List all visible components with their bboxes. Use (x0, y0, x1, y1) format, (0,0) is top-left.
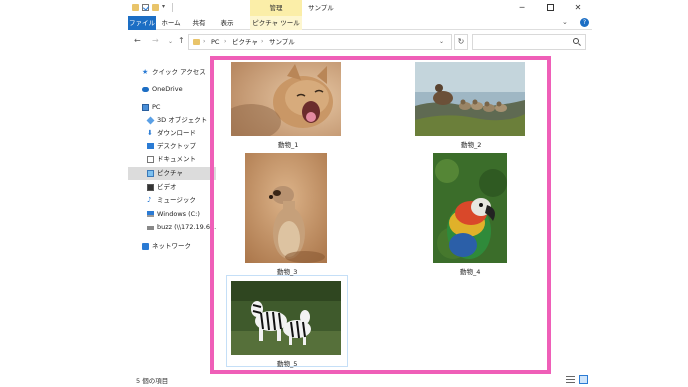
sidebar-item-label: ピクチャ (157, 169, 183, 177)
folder-icon[interactable] (132, 4, 139, 11)
parrot-photo (433, 153, 507, 263)
up-button[interactable]: ↑ (178, 36, 185, 45)
breadcrumb-separator[interactable]: › (203, 35, 205, 49)
folder-icon (193, 39, 200, 45)
cloud-icon (142, 87, 149, 92)
breadcrumb-sample[interactable]: サンプル (269, 35, 295, 49)
sidebar-item-windows-c[interactable]: Windows (C:) (128, 208, 216, 221)
minimize-button[interactable]: ─ (508, 0, 536, 16)
sidebar-item-label: ビデオ (157, 183, 177, 191)
sidebar-item-quick-access[interactable]: ★ クイック アクセス (128, 66, 216, 79)
address-bar[interactable]: › PC › ピクチャ › サンプル ⌄ (188, 34, 452, 50)
file-explorer-window: ▾ 管理 サンプル ─ ✕ ファイル ホーム 共有 表示 ピクチャ ツール ⌄ … (128, 0, 592, 387)
sidebar-item-documents[interactable]: ドキュメント (128, 153, 216, 166)
file-name-5[interactable]: 動物_5 (277, 358, 297, 368)
expand-ribbon-icon[interactable]: ⌄ (562, 18, 568, 26)
sidebar-item-label: OneDrive (152, 85, 183, 93)
breadcrumb-separator[interactable]: › (261, 35, 263, 49)
quick-access-toolbar-dropdown[interactable]: ▾ (162, 3, 165, 10)
refresh-button[interactable]: ↻ (454, 34, 468, 50)
file-thumbnail-4[interactable] (433, 153, 507, 263)
details-view-icon[interactable] (566, 376, 575, 383)
sidebar-item-3d-objects[interactable]: 3D オブジェクト (128, 114, 216, 127)
document-icon (147, 156, 154, 163)
file-name-2[interactable]: 動物_2 (461, 139, 481, 149)
status-bar: 5 個の項目 (128, 372, 592, 387)
file-name-4[interactable]: 動物_4 (460, 266, 480, 276)
cube-icon (146, 116, 155, 125)
sidebar-item-network[interactable]: ネットワーク (128, 240, 216, 253)
maximize-icon (546, 4, 554, 11)
address-dropdown-icon[interactable]: ⌄ (439, 35, 444, 49)
pictures-icon (147, 170, 154, 177)
sidebar-item-label: 3D オブジェクト (157, 116, 208, 124)
sidebar-item-label: デスクトップ (157, 142, 196, 150)
network-icon (142, 243, 149, 250)
tab-share[interactable]: 共有 (188, 16, 210, 30)
download-icon: ⬇ (147, 129, 153, 137)
back-button[interactable]: ← (134, 36, 141, 45)
file-thumbnail-2[interactable] (415, 62, 525, 136)
zebras-photo (231, 281, 341, 355)
meerkat-photo (245, 153, 327, 263)
tab-home[interactable]: ホーム (160, 16, 182, 30)
maximize-button[interactable] (536, 0, 564, 16)
manage-tab[interactable]: 管理 (250, 0, 302, 16)
breadcrumb-pc[interactable]: PC (211, 35, 219, 49)
music-icon: ♪ (147, 196, 152, 204)
sidebar-item-network-drive[interactable]: buzz (\\172.19.68.2 (128, 221, 216, 234)
desktop-icon (147, 143, 154, 149)
help-icon[interactable]: ? (580, 18, 589, 27)
pc-icon (142, 104, 149, 111)
network-drive-icon (147, 226, 154, 230)
tab-picture-tools[interactable]: ピクチャ ツール (250, 16, 302, 30)
sidebar-item-label: ドキュメント (157, 155, 196, 163)
file-thumbnail-3[interactable] (245, 153, 327, 263)
sidebar-item-label: Windows (C:) (157, 210, 200, 218)
item-count: 5 個の項目 (136, 377, 169, 385)
search-input[interactable] (472, 34, 586, 50)
sidebar-item-label: PC (152, 103, 161, 111)
file-name-3[interactable]: 動物_3 (277, 266, 297, 276)
sidebar-item-pc[interactable]: PC (128, 101, 216, 114)
file-name-1[interactable]: 動物_1 (278, 139, 298, 149)
recent-locations-button[interactable]: ⌄ (168, 38, 173, 45)
drive-icon (147, 211, 154, 217)
video-icon (147, 184, 154, 191)
sidebar-item-music[interactable]: ♪ ミュージック (128, 194, 216, 207)
breadcrumb-separator[interactable]: › (224, 35, 226, 49)
sidebar-item-desktop[interactable]: デスクトップ (128, 140, 216, 153)
tab-file[interactable]: ファイル (128, 16, 156, 30)
sidebar-item-label: buzz (\\172.19.68.2 (157, 223, 216, 231)
properties-checkbox-icon[interactable] (142, 4, 149, 11)
sidebar-item-label: ミュージック (157, 196, 196, 204)
sidebar-item-label: ネットワーク (152, 242, 191, 250)
sidebar-item-downloads[interactable]: ⬇ ダウンロード (128, 127, 216, 140)
file-thumbnail-1[interactable] (231, 62, 341, 136)
sidebar-item-onedrive[interactable]: OneDrive (128, 83, 216, 96)
star-icon: ★ (142, 68, 149, 76)
search-icon (573, 38, 579, 44)
title-divider (172, 3, 173, 12)
ribbon-tabs: ファイル ホーム 共有 表示 ピクチャ ツール ⌄ ? (128, 16, 592, 30)
close-button[interactable]: ✕ (564, 0, 592, 16)
sidebar-item-pictures[interactable]: ピクチャ (128, 167, 216, 180)
title-bar: ▾ 管理 サンプル ─ ✕ (128, 0, 592, 16)
file-thumbnail-5[interactable] (231, 281, 341, 355)
forward-button[interactable]: → (152, 36, 159, 45)
tab-view[interactable]: 表示 (216, 16, 238, 30)
sidebar-item-label: クイック アクセス (152, 68, 206, 76)
navigation-pane: ★ クイック アクセス OneDrive PC 3D オブジェクト ⬇ ダウンロ… (128, 60, 216, 372)
sidebar-item-label: ダウンロード (157, 129, 196, 137)
new-folder-icon[interactable] (152, 4, 159, 11)
navigation-bar: ← → ⌄ ↑ › PC › ピクチャ › サンプル ⌄ ↻ (128, 31, 592, 53)
ducks-photo (415, 62, 525, 136)
breadcrumb-pictures[interactable]: ピクチャ (232, 35, 258, 49)
sidebar-item-videos[interactable]: ビデオ (128, 181, 216, 194)
cat-photo (231, 62, 341, 136)
window-title: サンプル (308, 4, 334, 12)
large-icons-view-icon[interactable] (579, 375, 588, 384)
